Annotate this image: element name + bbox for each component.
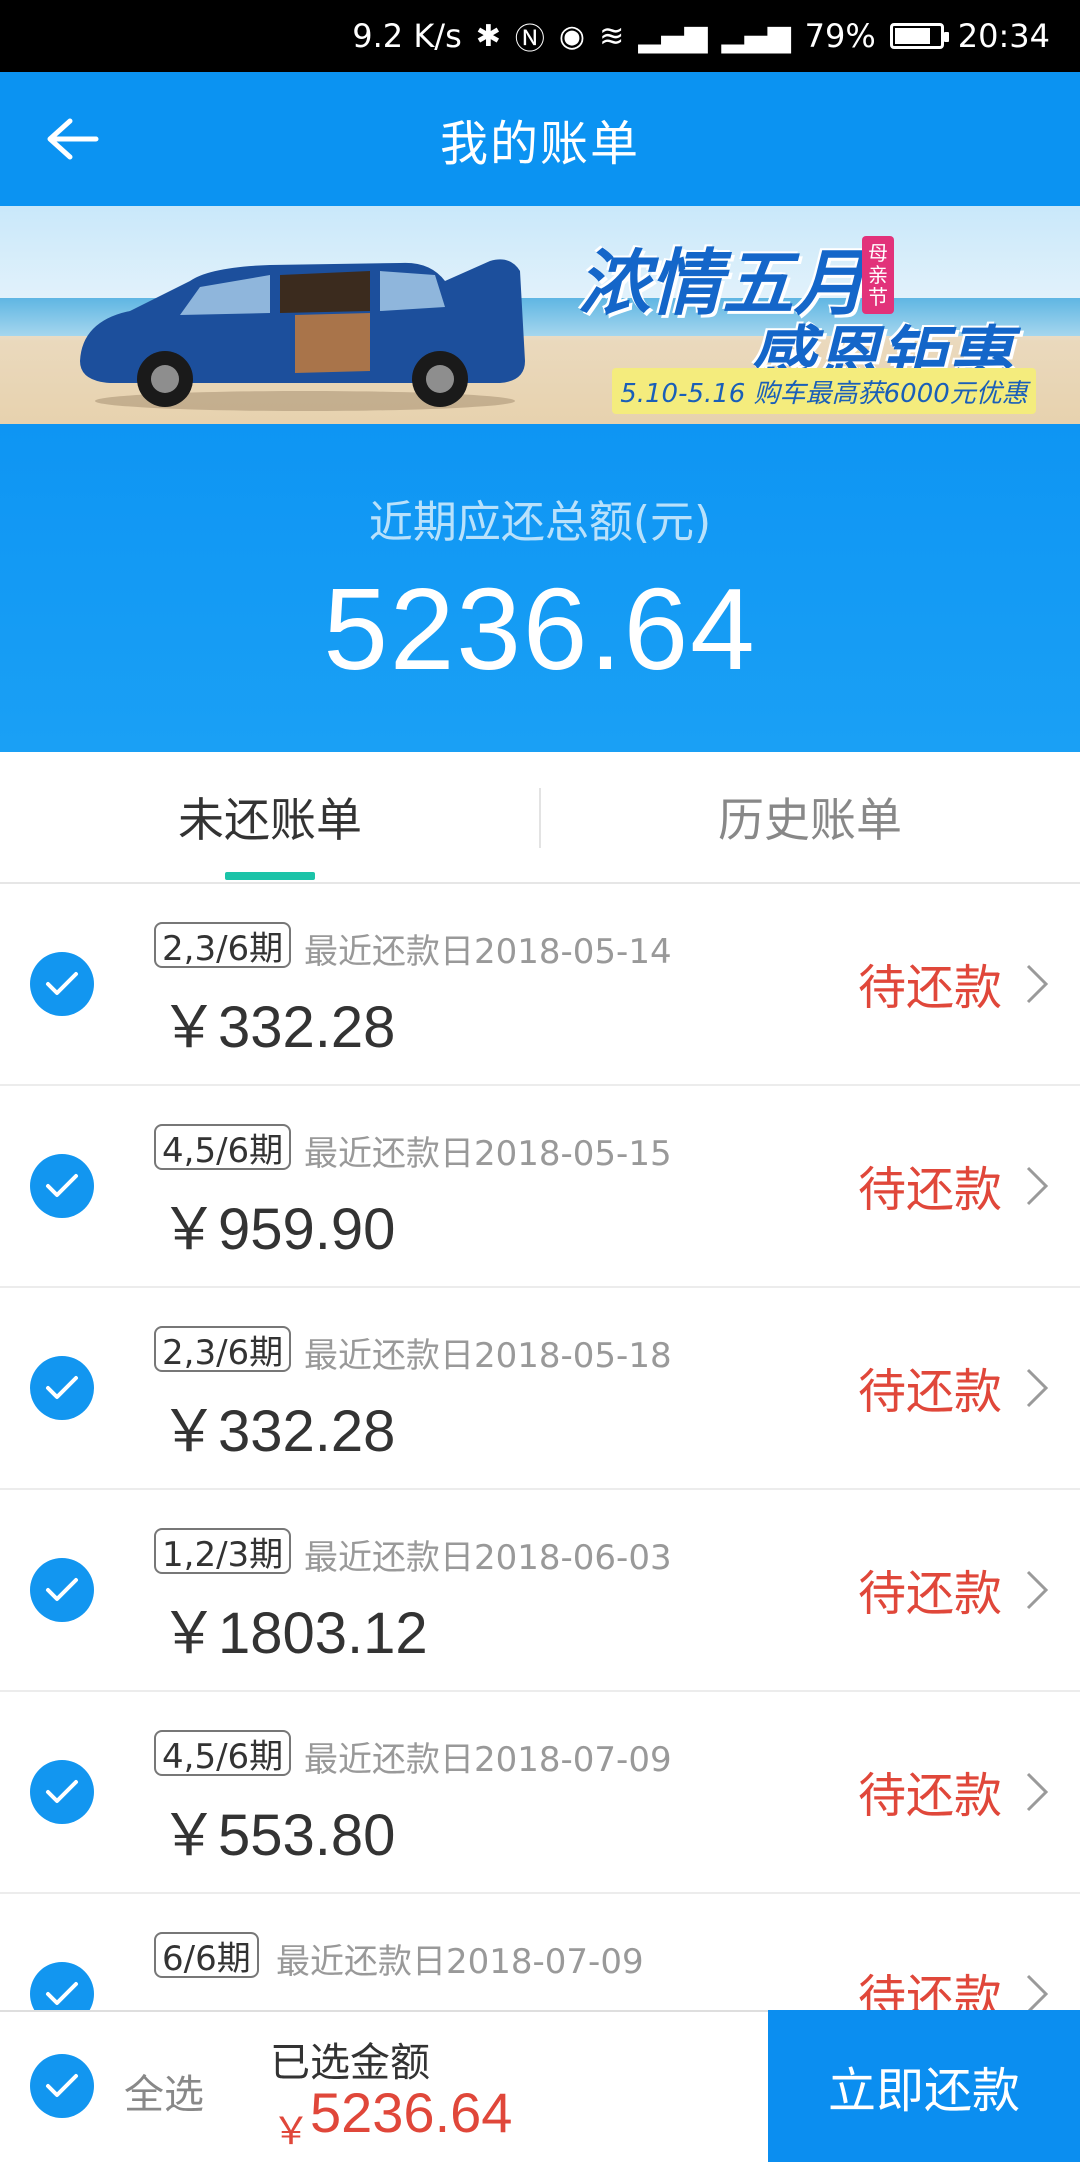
bill-checkbox[interactable] (30, 1558, 94, 1622)
back-button[interactable] (38, 105, 106, 173)
bill-status: 待还款 (858, 1970, 1003, 2010)
tab-history-bills[interactable]: 历史账单 (540, 752, 1080, 882)
eye-icon: ◉ (558, 18, 586, 54)
app-header: 我的账单 (0, 72, 1080, 206)
bill-checkbox[interactable] (30, 1356, 94, 1420)
bill-row[interactable]: 6/6期 最近还款日2018-07-09 待还款 (0, 1894, 1080, 2010)
period-badge: 4,5/6期 (154, 1124, 292, 1171)
status-bar: 9.2 K/s ✱ Ⓝ ◉ ≋ ▂▄▆ ▂▄▆ 79% 20:34 (0, 0, 1080, 72)
bottom-bar: 全选 已选金额 ￥ 5236.64 立即还款 (0, 2010, 1080, 2162)
battery-percent: 79% (804, 17, 876, 55)
bill-amount: ￥332.28 (160, 1399, 396, 1464)
pay-now-button[interactable]: 立即还款 (768, 2010, 1080, 2162)
bluetooth-icon: ✱ (475, 18, 501, 54)
promo-tag: 母亲节 (862, 236, 894, 314)
due-date: 最近还款日2018-05-18 (304, 1336, 672, 1376)
bill-list: 2,3/6期 最近还款日2018-05-14 ￥332.28 待还款 4,5/6… (0, 884, 1080, 2010)
due-date: 最近还款日2018-07-09 (276, 1942, 644, 1982)
chevron-right-icon (1026, 1570, 1049, 1610)
promo-banner[interactable]: 浓情五月 母亲节 感恩钜惠 5.10-5.16 购车最高获6000元优惠 (0, 206, 1080, 424)
page-title: 我的账单 (439, 116, 640, 172)
total-due-label: 近期应还总额(元) (368, 497, 712, 548)
total-due-summary: 近期应还总额(元) 5236.64 (0, 424, 1080, 752)
active-tab-indicator (225, 872, 315, 880)
3g-signal-icon: ▂▄▆ (721, 18, 791, 54)
bill-tabs: 未还账单 历史账单 (0, 752, 1080, 884)
check-icon (46, 2074, 78, 2097)
bill-status: 待还款 (858, 1162, 1003, 1218)
period-badge: 6/6期 (154, 1932, 259, 1979)
clock: 20:34 (957, 17, 1050, 55)
bill-checkbox[interactable] (30, 1154, 94, 1218)
period-badge: 4,5/6期 (154, 1730, 292, 1777)
network-speed: 9.2 K/s (352, 17, 462, 55)
battery-icon (889, 23, 949, 49)
due-date: 最近还款日2018-06-03 (304, 1538, 672, 1578)
tab-unpaid-bills[interactable]: 未还账单 (0, 752, 540, 882)
bill-row[interactable]: 4,5/6期 最近还款日2018-05-15 ￥959.90 待还款 (0, 1086, 1080, 1288)
bill-status: 待还款 (858, 1364, 1003, 1420)
car-image (80, 259, 525, 411)
bill-checkbox[interactable] (30, 1760, 94, 1824)
bill-checkbox[interactable] (30, 952, 94, 1016)
bill-status: 待还款 (858, 960, 1003, 1016)
bill-amount: ￥1803.12 (160, 1601, 428, 1666)
check-icon (46, 1982, 78, 2005)
select-all-label[interactable]: 全选 (124, 2062, 204, 2120)
bill-amount: ￥553.80 (160, 1803, 396, 1868)
period-badge: 2,3/6期 (154, 1326, 292, 1373)
selected-amount: 5236.64 (310, 2081, 513, 2144)
period-badge: 1,2/3期 (154, 1528, 292, 1575)
due-date: 最近还款日2018-05-15 (304, 1134, 672, 1174)
bill-amount: ￥959.90 (160, 1197, 396, 1262)
check-icon (46, 1174, 78, 1197)
nfc-icon: Ⓝ (514, 22, 545, 57)
period-badge: 2,3/6期 (154, 922, 292, 969)
select-all-checkbox[interactable] (30, 2054, 94, 2118)
chevron-right-icon (1026, 1166, 1049, 1206)
arrow-left-icon (47, 118, 99, 160)
bill-amount: ￥332.28 (160, 995, 396, 1060)
bill-status: 待还款 (858, 1566, 1003, 1622)
bill-row[interactable]: 4,5/6期 最近还款日2018-07-09 ￥553.80 待还款 (0, 1692, 1080, 1894)
due-date: 最近还款日2018-07-09 (304, 1740, 672, 1780)
promo-subtitle: 5.10-5.16 购车最高获6000元优惠 (612, 368, 1036, 414)
4g-signal-icon: ▂▄▆ (638, 18, 708, 54)
chevron-right-icon (1026, 1368, 1049, 1408)
chevron-right-icon (1026, 964, 1049, 1004)
wifi-icon: ≋ (599, 18, 625, 54)
bill-status: 待还款 (858, 1768, 1003, 1824)
chevron-right-icon (1026, 1772, 1049, 1812)
due-date: 最近还款日2018-05-14 (304, 932, 672, 972)
bill-row[interactable]: 2,3/6期 最近还款日2018-05-18 ￥332.28 待还款 (0, 1288, 1080, 1490)
battery-level (894, 28, 930, 44)
check-icon (46, 1376, 78, 1399)
bill-checkbox[interactable] (30, 1962, 94, 2010)
check-icon (46, 1578, 78, 1601)
total-due-amount: 5236.64 (323, 564, 757, 694)
check-icon (46, 1780, 78, 1803)
check-icon (46, 972, 78, 995)
currency-symbol: ￥ (272, 2109, 311, 2153)
bill-row[interactable]: 1,2/3期 最近还款日2018-06-03 ￥1803.12 待还款 (0, 1490, 1080, 1692)
chevron-right-icon (1026, 1974, 1049, 2010)
bill-row[interactable]: 2,3/6期 最近还款日2018-05-14 ￥332.28 待还款 (0, 884, 1080, 1086)
